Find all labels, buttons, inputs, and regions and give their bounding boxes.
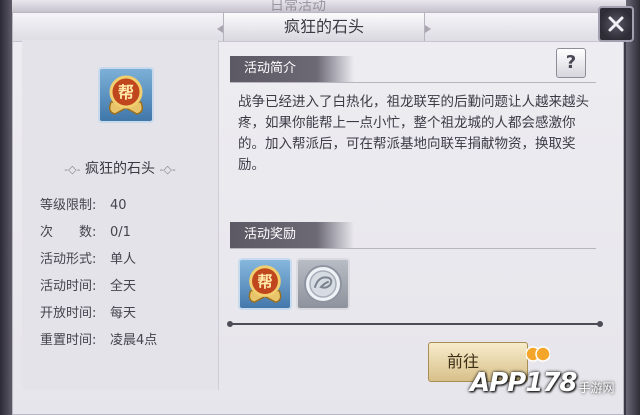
- activity-name: -◇- 疯狂的石头 -◇-: [22, 158, 218, 178]
- bang-medal-icon: 帮: [248, 265, 282, 303]
- watermark-mascot-icon: [526, 346, 550, 362]
- left-ornament-icon: -◇-: [64, 163, 81, 176]
- info-row-count: 次 数: 0/1: [40, 225, 131, 240]
- title-bar: 疯狂的石头: [13, 13, 623, 42]
- reward-slot-silver-coin[interactable]: [296, 258, 350, 310]
- watermark-sub: 手游网: [578, 381, 615, 395]
- reward-slot-bang-medal[interactable]: 帮: [238, 258, 292, 310]
- rewards-heading: 活动奖励: [230, 222, 354, 248]
- close-icon: [608, 16, 624, 32]
- info-row-time: 活动时间: 全天: [40, 279, 137, 294]
- close-button[interactable]: [598, 6, 634, 42]
- watermark-brand: APP178: [470, 367, 578, 398]
- svg-text:帮: 帮: [257, 273, 272, 291]
- activity-detail-column: 活动简介 ? 战争已经进入了白热化，祖龙联军的后勤问题让人越来越头疼，如果你能帮…: [227, 40, 604, 390]
- info-row-level: 等级限制: 40: [40, 198, 127, 213]
- svg-text:帮: 帮: [118, 83, 134, 102]
- watermark: APP178 手游网: [470, 346, 640, 415]
- info-row-reset: 重置时间: 凌晨4点: [40, 333, 158, 348]
- activity-item-slot[interactable]: 帮: [98, 67, 154, 123]
- intro-description: 战争已经进入了白热化，祖龙联军的后勤问题让人越来越头疼，如果你能帮上一点小忙，整…: [238, 94, 589, 173]
- rewards-bottom-divider: [227, 321, 603, 327]
- activity-name-text: 疯狂的石头: [85, 161, 155, 177]
- help-button[interactable]: ?: [556, 48, 586, 78]
- intro-heading: 活动简介: [230, 56, 354, 82]
- info-row-form: 活动形式: 单人: [40, 252, 137, 267]
- panel-title: 疯狂的石头: [217, 13, 431, 41]
- activity-info-list: 等级限制: 40 次 数: 0/1 活动形式: 单人 活动时间: 全天 开放时间: 每天 …: [40, 192, 220, 354]
- info-row-open: 开放时间: 每天: [40, 306, 137, 321]
- rewards-divider: [230, 248, 596, 249]
- activity-info-column: 帮 -◇- 疯狂的石头 -◇- 等级限制: 40 次 数: 0/1 活动形式: 单人 …: [22, 40, 219, 390]
- bang-medal-icon: 帮: [108, 75, 144, 115]
- background-left-edge: [0, 0, 12, 415]
- intro-divider: [230, 82, 596, 83]
- right-ornament-icon: -◇-: [159, 163, 176, 176]
- silver-dragon-coin-icon: [304, 265, 342, 303]
